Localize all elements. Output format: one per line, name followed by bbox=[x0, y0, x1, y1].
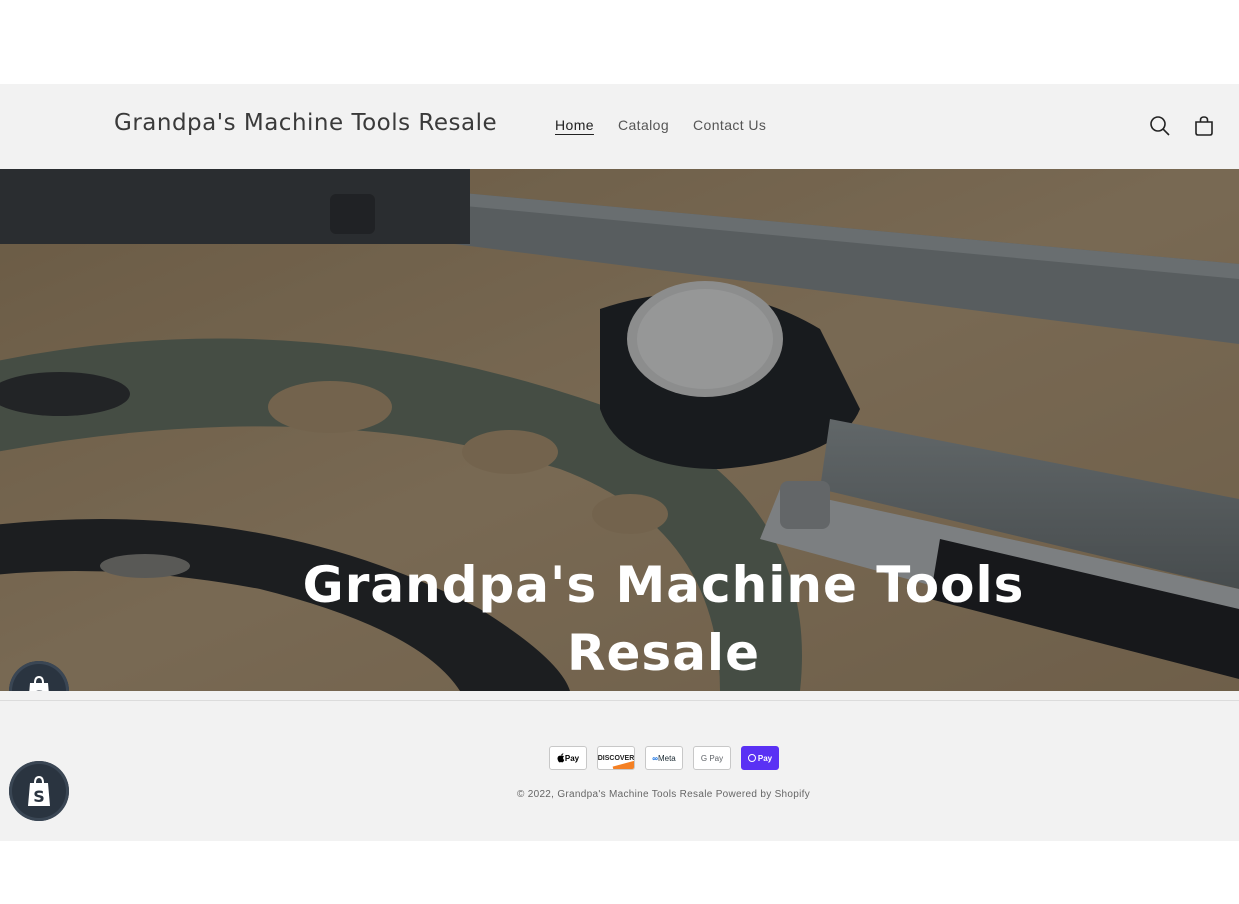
svg-text:S: S bbox=[33, 687, 45, 691]
shopify-badge-clipped: S bbox=[0, 661, 80, 691]
site-footer: Pay DISCOVER ∞ Meta G Pay Pay © 2022, Gra… bbox=[0, 691, 1239, 841]
store-logo-link[interactable]: Grandpa's Machine Tools Resale bbox=[114, 110, 497, 136]
nav-catalog-link[interactable]: Catalog bbox=[618, 117, 669, 133]
shop-pay-icon: Pay bbox=[741, 746, 779, 770]
shopify-bag-icon[interactable]: S bbox=[9, 761, 69, 821]
main-nav: Home Catalog Contact Us bbox=[555, 117, 766, 133]
footer-store-link[interactable]: Grandpa's Machine Tools Resale bbox=[557, 789, 712, 800]
meta-pay-icon: ∞ Meta bbox=[645, 746, 683, 770]
apple-pay-icon: Pay bbox=[549, 746, 587, 770]
nav-contact-link[interactable]: Contact Us bbox=[693, 117, 766, 133]
discover-icon: DISCOVER bbox=[597, 746, 635, 770]
site-header: Grandpa's Machine Tools Resale Home Cata… bbox=[0, 84, 1239, 169]
shopify-bag-icon[interactable]: S bbox=[9, 661, 69, 691]
copyright-text: © 2022, Grandpa's Machine Tools Resale P… bbox=[0, 789, 1239, 800]
search-icon[interactable] bbox=[1148, 114, 1172, 138]
cart-icon[interactable] bbox=[1192, 114, 1216, 138]
top-spacer bbox=[0, 0, 1239, 84]
copyright-prefix: © 2022, bbox=[516, 789, 555, 800]
nav-home-link[interactable]: Home bbox=[555, 117, 594, 133]
payment-methods: Pay DISCOVER ∞ Meta G Pay Pay bbox=[549, 746, 779, 770]
hero-heading: Grandpa's Machine Tools Resale bbox=[302, 556, 1025, 682]
footer-divider bbox=[0, 700, 1239, 701]
google-pay-icon: G Pay bbox=[693, 746, 731, 770]
svg-text:S: S bbox=[33, 787, 45, 806]
hero-banner: Grandpa's Machine Tools Resale bbox=[0, 169, 1239, 691]
powered-by-shopify-link[interactable]: Powered by Shopify bbox=[716, 789, 810, 800]
